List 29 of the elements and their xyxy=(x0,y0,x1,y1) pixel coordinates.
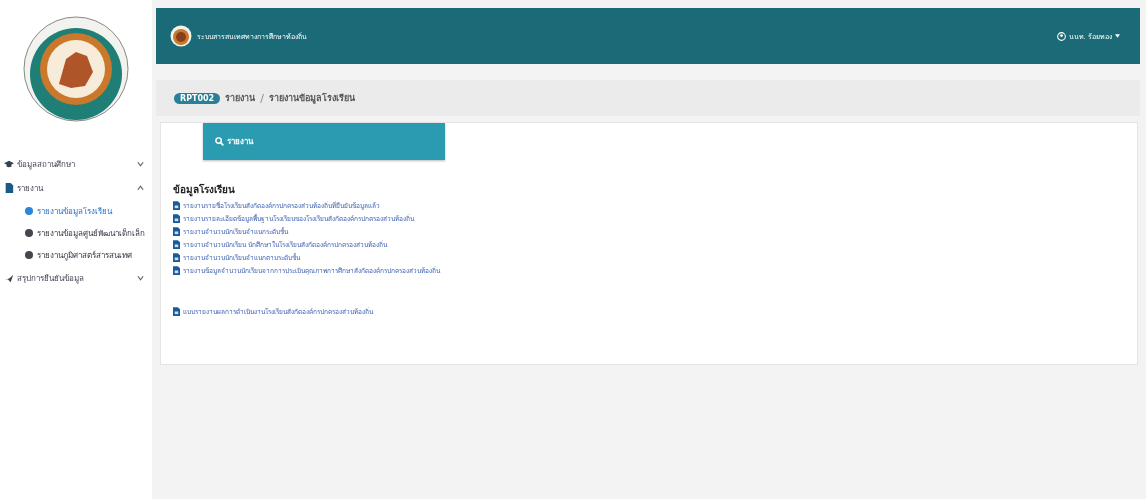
collapse-caret-icon[interactable] xyxy=(137,185,144,191)
document-icon xyxy=(173,266,180,275)
expand-caret-icon[interactable] xyxy=(137,161,144,167)
document-icon xyxy=(173,201,180,210)
section-heading: ข้อมูลโรงเรียน xyxy=(173,183,236,197)
breadcrumb-item: รายงานข้อมูลโรงเรียน xyxy=(268,92,355,105)
breadcrumb-separator: / xyxy=(260,91,264,105)
caret-icon xyxy=(1115,34,1120,38)
graduation-cap-icon xyxy=(4,159,14,169)
document-icon xyxy=(173,214,180,223)
breadcrumb-item[interactable]: รายงาน xyxy=(225,91,256,105)
emblem-icon xyxy=(21,14,131,124)
document-icon xyxy=(173,253,180,262)
expand-caret-icon[interactable] xyxy=(137,275,144,281)
document-icon xyxy=(173,240,180,249)
search-icon xyxy=(215,137,224,146)
sidebar-item[interactable]: สรุปการยืนยันข้อมูล xyxy=(17,271,137,285)
report-card-title: รายงาน xyxy=(227,136,253,148)
sidebar-subitem[interactable]: รายงานข้อมูลศูนย์พัฒนาเด็กเล็ก xyxy=(37,226,145,240)
user-icon xyxy=(1056,31,1066,41)
emblem-icon xyxy=(170,25,192,47)
sidebar-item[interactable]: ข้อมูลสถานศึกษา xyxy=(17,157,137,171)
sidebar-subitem[interactable]: รายงานภูมิศาสตร์สารสนเทศ xyxy=(37,248,132,262)
document-icon xyxy=(173,227,180,236)
sidebar-subitem[interactable]: รายงานข้อมูลโรงเรียน xyxy=(37,204,112,218)
document-icon xyxy=(173,307,180,316)
page-code-badge: RPT002 xyxy=(174,92,221,104)
file-icon xyxy=(4,183,14,193)
sidebar-item[interactable]: รายงาน xyxy=(17,181,137,195)
